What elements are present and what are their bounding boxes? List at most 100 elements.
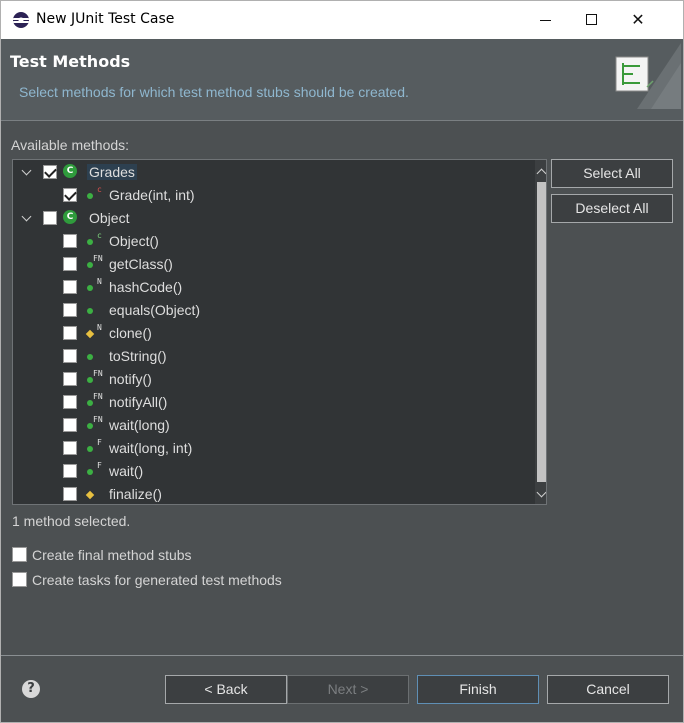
method-checkbox[interactable] [63,372,77,386]
checkbox-object[interactable] [43,211,57,225]
minimize-icon [540,20,551,21]
tree-row-method[interactable]: FN notifyAll() [13,392,531,415]
tree-row-method[interactable]: equals(Object) [13,300,531,323]
tree-scrollbar[interactable] [535,160,546,504]
deselect-all-button[interactable]: Deselect All [551,194,673,223]
checkbox-grade-constructor[interactable] [63,188,77,202]
public-method-icon [87,193,93,199]
constructor-decorator-icon: c [97,231,102,240]
back-label: < Back [204,681,248,697]
constructor-decorator-icon: c [97,185,102,194]
tree-row-method[interactable]: toString() [13,346,531,369]
method-checkbox[interactable] [63,464,77,478]
close-icon: ✕ [631,10,645,29]
junit-wizard-banner-icon [615,43,681,109]
method-label: toString() [109,348,167,364]
cancel-label: Cancel [586,681,630,697]
available-methods-label: Available methods: [11,137,130,153]
method-label: finalize() [109,486,162,502]
tree-row-grades[interactable]: C Grades [13,162,531,185]
tree-row-method[interactable]: FN notify() [13,369,531,392]
final-native-decorator-icon: FN [93,415,103,424]
protected-method-icon [85,490,95,500]
tree-row-method[interactable]: FN getClass() [13,254,531,277]
minimize-button[interactable] [523,1,569,39]
back-button[interactable]: < Back [165,675,287,704]
window-title: New JUnit Test Case [36,11,175,27]
footer-divider [1,655,683,656]
tree-row-method[interactable]: finalize() [13,484,531,504]
method-checkbox[interactable] [63,487,77,501]
methods-tree[interactable]: C Grades c Grade(int, int) C Object c Ob… [12,159,547,505]
public-method-icon [87,446,93,452]
method-checkbox[interactable] [63,418,77,432]
tree-row-method[interactable]: F wait(long, int) [13,438,531,461]
tree-row-grade-constructor[interactable]: c Grade(int, int) [13,185,531,208]
method-label: hashCode() [109,279,183,295]
select-all-label: Select All [583,165,641,181]
final-native-decorator-icon: FN [93,369,103,378]
method-checkbox[interactable] [63,234,77,248]
maximize-icon [586,14,597,25]
class-icon: C [63,164,77,178]
create-tasks-label[interactable]: Create tasks for generated test methods [32,572,282,588]
method-label: wait() [109,463,144,479]
page-title: Test Methods [10,52,131,71]
final-native-decorator-icon: FN [93,392,103,401]
checkbox-grades[interactable] [43,165,57,179]
expand-chevron-icon[interactable] [21,166,33,178]
maximize-button[interactable] [569,1,615,39]
tree-row-object[interactable]: C Object [13,208,531,231]
method-checkbox[interactable] [63,257,77,271]
method-label: clone() [109,325,152,341]
method-checkbox[interactable] [63,280,77,294]
native-decorator-icon: N [97,277,102,286]
final-decorator-icon: F [97,461,102,470]
method-label: wait(long) [109,417,170,433]
method-checkbox[interactable] [63,349,77,363]
scrollbar-thumb[interactable] [537,182,546,482]
method-label: wait(long, int) [109,440,193,456]
method-checkbox[interactable] [63,395,77,409]
finish-button[interactable]: Finish [417,675,539,704]
eclipse-logo-icon [13,12,29,28]
method-label: equals(Object) [109,302,201,318]
native-decorator-icon: N [97,323,102,332]
scroll-down-arrow-icon[interactable] [535,484,546,504]
tree-label-object: Object [89,210,130,226]
final-decorator-icon: F [97,438,102,447]
public-method-icon [87,469,93,475]
tree-row-method[interactable]: c Object() [13,231,531,254]
page-description: Select methods for which test method stu… [19,84,409,100]
junit-dialog-window: New JUnit Test Case ✕ Test Methods Selec… [0,0,684,723]
method-checkbox[interactable] [63,441,77,455]
tree-row-method[interactable]: FN wait(long) [13,415,531,438]
protected-method-icon [85,329,95,339]
tree-row-method[interactable]: N hashCode() [13,277,531,300]
close-button[interactable]: ✕ [615,1,661,39]
help-icon[interactable]: ? [22,680,40,698]
method-label: getClass() [109,256,173,272]
public-method-icon [87,239,93,245]
finish-label: Finish [459,681,497,697]
expand-chevron-icon[interactable] [21,212,33,224]
select-all-button[interactable]: Select All [551,159,673,188]
method-label: notify() [109,371,152,387]
scroll-up-arrow-icon[interactable] [535,162,546,182]
final-native-decorator-icon: FN [93,254,103,263]
tree-label-grade-constructor: Grade(int, int) [109,187,195,203]
tree-label-grades: Grades [87,164,137,180]
next-button[interactable]: Next > [287,675,409,704]
final-stubs-checkbox[interactable] [12,547,27,562]
public-method-icon [87,354,93,360]
tree-row-method[interactable]: F wait() [13,461,531,484]
cancel-button[interactable]: Cancel [547,675,669,704]
next-label: Next > [327,681,369,697]
final-stubs-label[interactable]: Create final method stubs [32,547,192,563]
method-label: Object() [109,233,159,249]
method-checkbox[interactable] [63,326,77,340]
tree-row-method[interactable]: N clone() [13,323,531,346]
create-tasks-checkbox[interactable] [12,572,27,587]
method-checkbox[interactable] [63,303,77,317]
deselect-all-label: Deselect All [575,200,649,216]
